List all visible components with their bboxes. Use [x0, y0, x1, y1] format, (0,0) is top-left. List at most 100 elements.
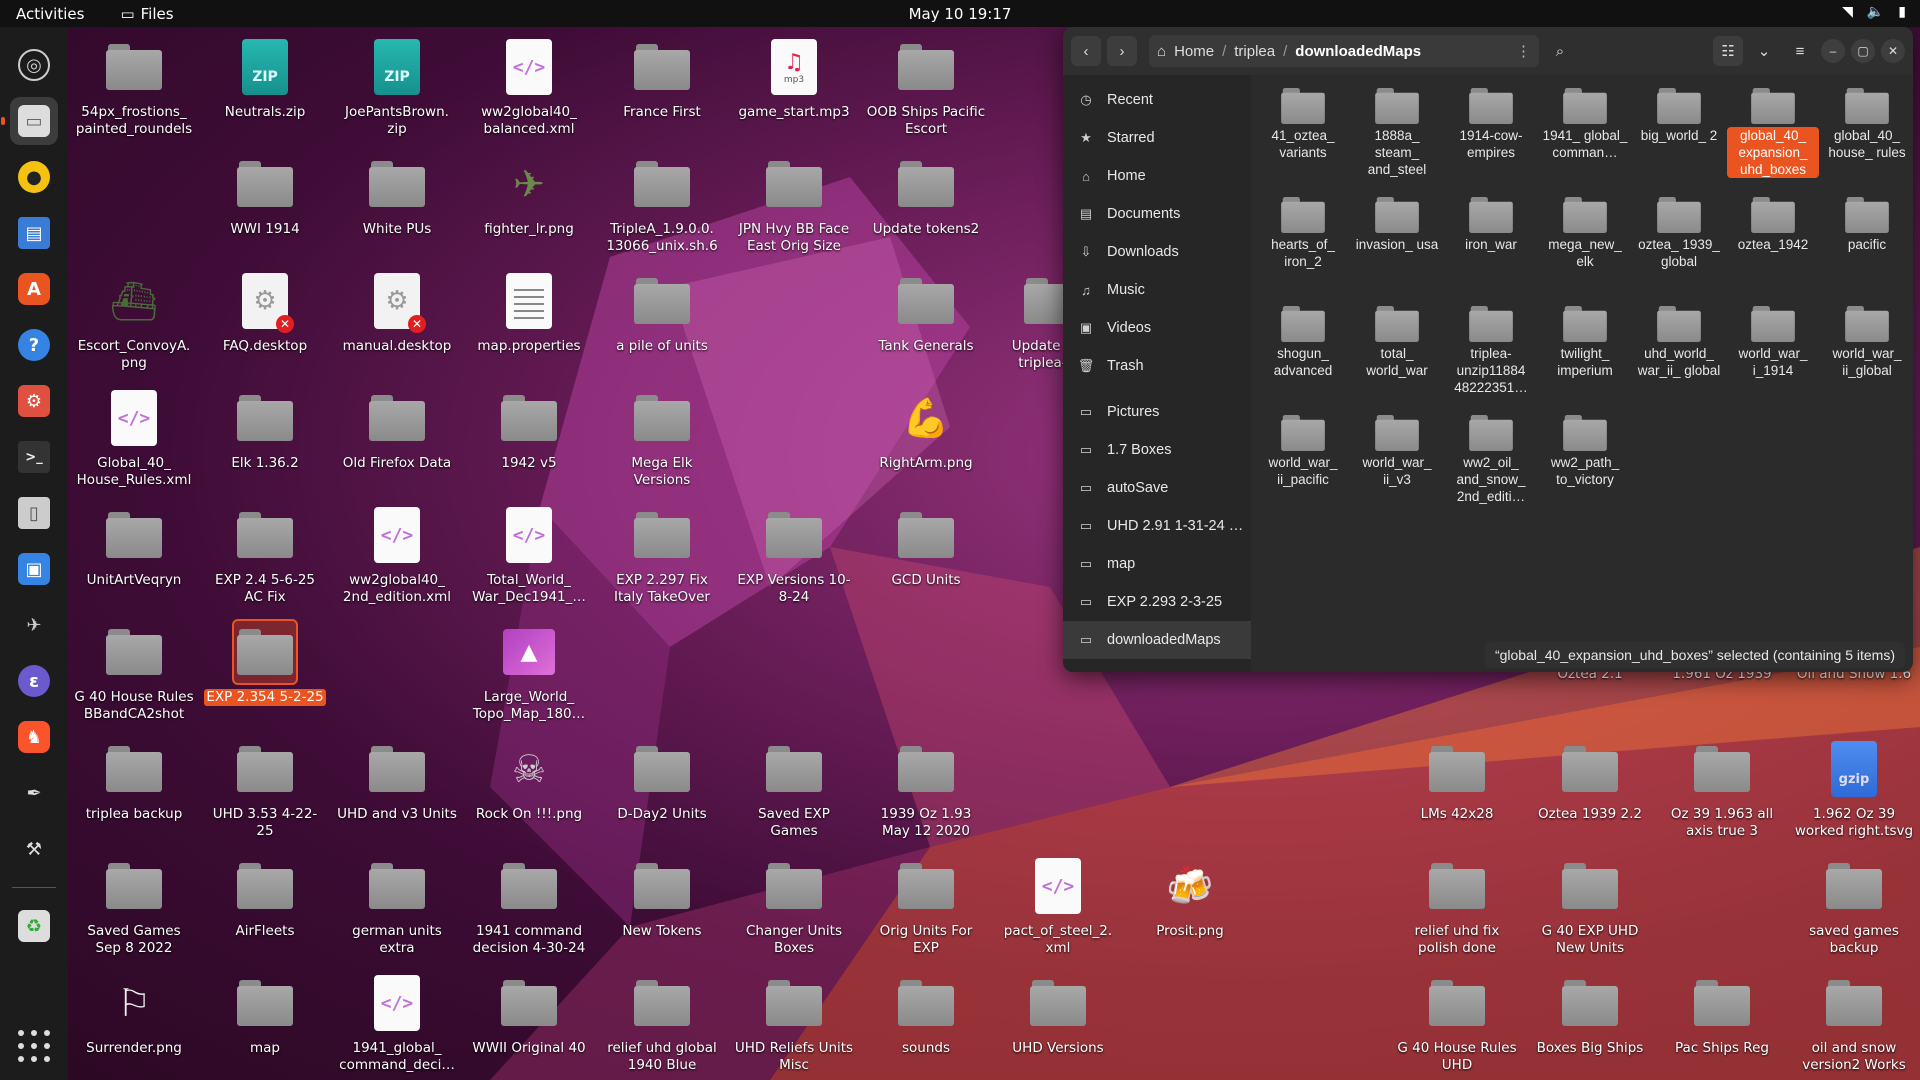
sidebar-item[interactable]: ▭ downloadedMaps [1063, 621, 1251, 659]
file-item[interactable]: hearts_of_ iron_2 [1257, 194, 1349, 302]
desktop-item[interactable]: saved games backup [1792, 853, 1916, 965]
dock-files[interactable]: ▭ [1, 97, 58, 145]
main-menu-button[interactable]: ≡ [1785, 36, 1815, 66]
desktop-item[interactable]: G 40 House Rules BBandCA2shot [72, 619, 196, 731]
desktop-item[interactable]: </> ww2global40_ balanced.xml [467, 34, 591, 146]
file-item[interactable]: 1941_ global_ comman… [1539, 85, 1631, 193]
forward-button[interactable]: › [1107, 36, 1137, 66]
app-menu[interactable]: ▭ Files [100, 5, 173, 23]
dock-usb[interactable]: ▯ [10, 489, 58, 537]
desktop-item[interactable]: EXP 2.297 Fix Italy TakeOver [600, 502, 724, 614]
system-tray[interactable]: ◥ 🔈 ▮ [1842, 4, 1906, 20]
dock-settings[interactable]: ⚙ [10, 377, 58, 425]
desktop-item[interactable]: White PUs [335, 151, 459, 263]
file-item[interactable]: world_war_ i_1914 [1727, 303, 1819, 411]
desktop-item[interactable]: Saved EXP Games [732, 736, 856, 848]
sidebar-item[interactable]: ▭ map [1063, 545, 1251, 583]
desktop-item[interactable]: ♫ mp3 game_start.mp3 [732, 34, 856, 146]
file-item[interactable]: total_ world_war [1351, 303, 1443, 411]
desktop-item[interactable]: Old Firefox Data [335, 385, 459, 497]
sidebar-item[interactable]: ◷ Recent [1063, 81, 1251, 119]
file-item[interactable]: pacific [1821, 194, 1913, 302]
desktop-item[interactable]: ⚙ ✕ manual.desktop [335, 268, 459, 380]
minimize-button[interactable]: – [1821, 39, 1845, 63]
sidebar-item[interactable]: ▣ Videos [1063, 309, 1251, 347]
sidebar-item[interactable]: ★ Starred [1063, 119, 1251, 157]
desktop-item[interactable]: D-Day2 Units [600, 736, 724, 848]
file-item[interactable]: ww2_oil_ and_snow_ 2nd_editi… [1445, 412, 1537, 520]
desktop-item[interactable]: EXP 2.4 5-6-25 AC Fix [203, 502, 327, 614]
desktop-item[interactable]: 1939 Oz 1.93 May 12 2020 [864, 736, 988, 848]
desktop-item[interactable]: </> Global_40_ House_Rules.xml [72, 385, 196, 497]
desktop-item[interactable]: relief uhd global 1940 Blue [600, 970, 724, 1080]
desktop-item[interactable]: Tank Generals [864, 268, 988, 380]
dock-ubuntu[interactable]: ◎ [10, 41, 58, 89]
desktop-item[interactable]: TripleA_1.9.0.0. 13066_unix.sh.6… [600, 151, 724, 263]
desktop-item[interactable]: WWI 1914 [203, 151, 327, 263]
desktop-item[interactable]: Oz 39 1.963 all axis true 3 [1660, 736, 1784, 848]
dock-terminal[interactable]: >_ [10, 433, 58, 481]
desktop-item[interactable]: Saved Games Sep 8 2022 [72, 853, 196, 965]
search-button[interactable]: ⌕ [1545, 36, 1575, 66]
desktop-item[interactable]: UHD 3.53 4-22-25 [203, 736, 327, 848]
desktop-item[interactable]: ▲ Large_World_ Topo_Map_180… [467, 619, 591, 731]
desktop-item[interactable]: New Tokens [600, 853, 724, 965]
desktop-item[interactable]: WWII Original 40 [467, 970, 591, 1080]
maximize-button[interactable]: ▢ [1851, 39, 1875, 63]
file-item[interactable]: mega_new_ elk [1539, 194, 1631, 302]
sidebar-item[interactable]: ▭ Pictures [1063, 393, 1251, 431]
desktop-item[interactable]: ☠ Rock On !!!.png [467, 736, 591, 848]
file-item[interactable]: shogun_ advanced [1257, 303, 1349, 411]
path-menu-icon[interactable]: ⋮ [1516, 42, 1531, 60]
desktop-item[interactable]: France First [600, 34, 724, 146]
desktop-item[interactable]: 💪 RightArm.png [864, 385, 988, 497]
dock-trash[interactable]: ♻ [10, 902, 58, 950]
file-item[interactable]: global_40_ expansion_ uhd_boxes [1727, 85, 1819, 193]
desktop-item[interactable]: OOB Ships Pacific Escort [864, 34, 988, 146]
desktop-item[interactable]: </> pact_of_steel_2. xml [996, 853, 1120, 965]
view-options-button[interactable]: ⌄ [1749, 36, 1779, 66]
desktop-item[interactable]: Elk 1.36.2 [203, 385, 327, 497]
file-item[interactable]: twilight_ imperium [1539, 303, 1631, 411]
desktop-item[interactable]: relief uhd fix polish done [1395, 853, 1519, 965]
file-item[interactable]: oztea_ 1939_ global [1633, 194, 1725, 302]
file-item[interactable]: global_40_ house_ rules [1821, 85, 1913, 193]
desktop-item[interactable]: german units extra [335, 853, 459, 965]
file-item[interactable]: triplea- unzip11884 48222351… [1445, 303, 1537, 411]
desktop-item[interactable]: map.properties [467, 268, 591, 380]
desktop-item[interactable]: LMs 42x28 [1395, 736, 1519, 848]
view-toggle-button[interactable]: ☷ [1713, 36, 1743, 66]
desktop-item[interactable]: </> Total_World_ War_Dec1941_… [467, 502, 591, 614]
file-item[interactable]: 1888a_ steam_ and_steel [1351, 85, 1443, 193]
sidebar-item[interactable]: ▭ EXP 2.293 2-3-25 [1063, 583, 1251, 621]
clock[interactable]: May 10 19:17 [909, 5, 1012, 23]
desktop-item[interactable]: Orig Units For EXP [864, 853, 988, 965]
sidebar-item[interactable]: ▤ Documents [1063, 195, 1251, 233]
dock-settings2[interactable]: ⚒ [10, 825, 58, 873]
desktop-item[interactable]: UHD Reliefs Units Misc [732, 970, 856, 1080]
desktop-item[interactable]: GCD Units [864, 502, 988, 614]
sidebar-item[interactable]: ⇩ Downloads [1063, 233, 1251, 271]
desktop-item[interactable]: ✈ fighter_lr.png [467, 151, 591, 263]
desktop-item[interactable]: EXP Versions 10-8-24 [732, 502, 856, 614]
file-item[interactable]: world_war_ ii_v3 [1351, 412, 1443, 520]
desktop-item[interactable]: 1942 v5 [467, 385, 591, 497]
desktop-item[interactable]: ⚐ Surrender.png [72, 970, 196, 1080]
desktop-item[interactable]: triplea backup [72, 736, 196, 848]
path-bar[interactable]: ⌂ Home / triplea / downloadedMaps ⋮ [1149, 35, 1539, 67]
desktop-item[interactable]: Boxes Big Ships [1528, 970, 1652, 1080]
file-item[interactable]: iron_war [1445, 194, 1537, 302]
desktop-item[interactable]: ⛴ Escort_ConvoyA. png [72, 268, 196, 380]
dock-inkscape[interactable]: ✒ [10, 769, 58, 817]
file-item[interactable]: oztea_1942 [1727, 194, 1819, 302]
file-item[interactable]: ww2_path_ to_victory [1539, 412, 1631, 520]
desktop-item[interactable]: Update tokens2 [864, 151, 988, 263]
desktop-item[interactable]: G 40 EXP UHD New Units [1528, 853, 1652, 965]
dock-help[interactable]: ? [10, 321, 58, 369]
sidebar-item[interactable]: 🗑 Trash [1063, 347, 1251, 385]
desktop-item[interactable]: oil and snow version2 Works [1792, 970, 1916, 1080]
dock-software[interactable]: A [10, 265, 58, 313]
dock-rhythmbox[interactable]: ● [10, 153, 58, 201]
desktop-item[interactable]: UHD and v3 Units [335, 736, 459, 848]
dock-writer[interactable]: ▤ [10, 209, 58, 257]
